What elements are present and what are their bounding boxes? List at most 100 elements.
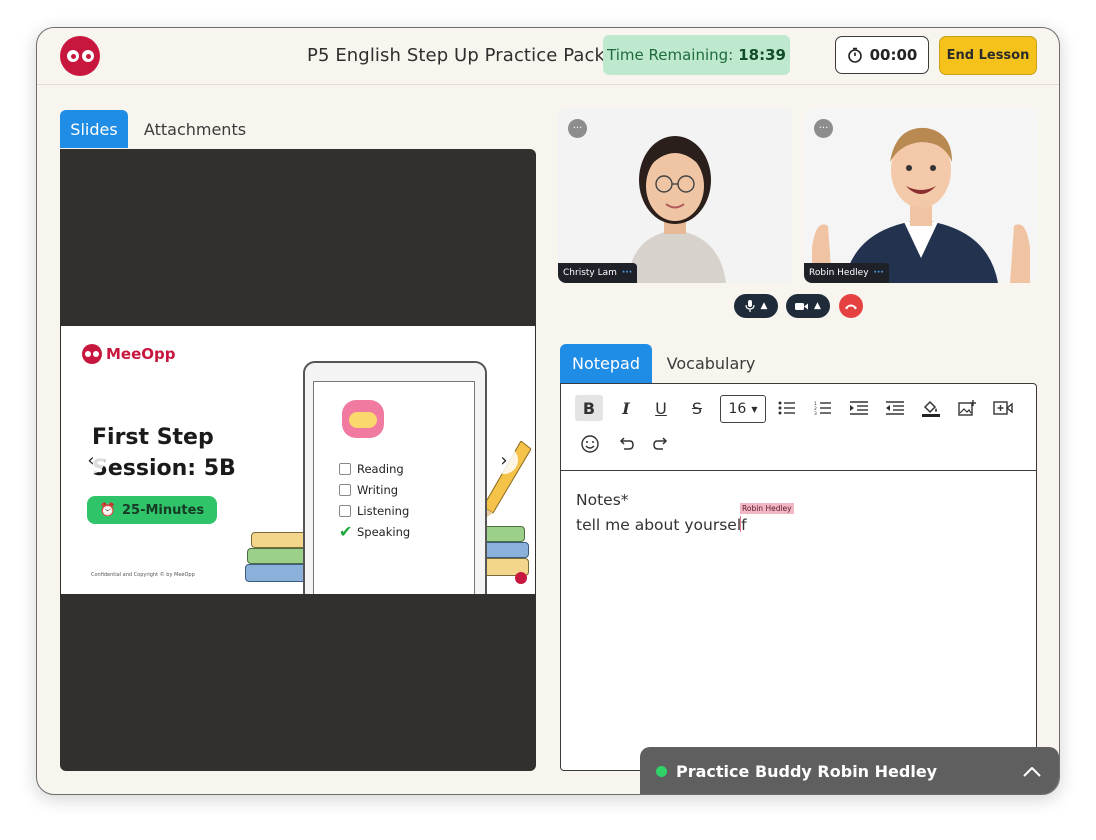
slide-copyright: Confidential and Copyright © by MeeOpp <box>91 572 195 578</box>
slide-viewer: MeeOpp First Step Session: 5B ⏰ 25-Minut… <box>60 149 536 771</box>
chevron-down-icon: ▼ <box>751 404 758 414</box>
books-illustration-5 <box>481 542 529 558</box>
tiny-logo-icon <box>515 572 527 584</box>
editor-content[interactable]: Notes* tell me about yourself <box>576 488 747 538</box>
underline-button[interactable]: U <box>647 395 675 421</box>
checklist-label: Speaking <box>357 524 411 539</box>
books-illustration <box>247 548 309 564</box>
page-title: P5 English Step Up Practice Pack <box>307 45 605 66</box>
video-tile-christy[interactable]: ··· Christy Lam ··· <box>558 108 792 283</box>
slide-brand-text: MeeOpp <box>106 345 176 363</box>
remote-cursor <box>740 516 741 532</box>
outdent-icon[interactable] <box>881 395 909 421</box>
tablet-screen: Reading Writing Listening ✔ Speaking <box>313 381 475 594</box>
end-lesson-button[interactable]: End Lesson <box>939 36 1037 75</box>
checklist-label: Writing <box>357 482 399 497</box>
meeopp-mini-icon <box>82 344 102 364</box>
svg-text:3: 3 <box>814 411 817 415</box>
caret-up-icon[interactable]: ▲ <box>814 301 821 311</box>
checklist-label: Reading <box>357 461 404 476</box>
tab-vocabulary[interactable]: Vocabulary <box>663 344 759 383</box>
microphone-icon <box>744 300 755 312</box>
editor-line: Notes* <box>576 491 629 509</box>
camera-icon <box>795 302 809 310</box>
participant-avatar-female <box>558 108 792 283</box>
signal-dots-icon: ··· <box>621 268 633 278</box>
remote-cursor-label: Robin Hedley <box>740 503 794 514</box>
more-options-icon[interactable]: ··· <box>814 119 833 138</box>
numbered-list-icon[interactable]: 123 <box>809 395 837 421</box>
skills-checklist: Reading Writing Listening ✔ Speaking <box>339 458 410 542</box>
lesson-window: P5 English Step Up Practice Pack Time Re… <box>36 27 1060 795</box>
meeopp-logo <box>60 36 100 76</box>
next-slide-button[interactable]: › <box>490 446 518 474</box>
chevron-up-icon[interactable] <box>1023 761 1041 782</box>
online-status-dot <box>656 765 667 777</box>
tablet-illustration: Reading Writing Listening ✔ Speaking <box>303 361 487 594</box>
checklist-item: Writing <box>339 479 410 500</box>
participant-name-tag: Robin Hedley ··· <box>804 263 889 283</box>
microphone-control[interactable]: ▲ <box>734 294 778 318</box>
participant-name-tag: Christy Lam ··· <box>558 263 638 283</box>
books-illustration-3 <box>245 564 309 582</box>
slide-title: First Step Session: 5B <box>92 422 236 484</box>
checklist-item: ✔ Speaking <box>339 521 410 542</box>
books-illustration-4 <box>481 526 525 542</box>
participant-avatar-male <box>804 108 1038 283</box>
undo-icon[interactable] <box>612 431 640 457</box>
editor-line: tell me about yourself <box>576 516 747 534</box>
caret-up-icon[interactable]: ▲ <box>761 301 768 311</box>
slide-brand-logo: MeeOpp <box>82 344 176 364</box>
participant-name: Robin Hedley <box>809 268 869 278</box>
insert-video-icon[interactable] <box>989 395 1017 421</box>
checkbox-icon <box>339 504 351 517</box>
prev-slide-button[interactable]: ‹ <box>77 446 105 474</box>
tab-attachments[interactable]: Attachments <box>139 110 251 148</box>
checkbox-icon <box>339 483 351 496</box>
time-remaining-badge: Time Remaining: 18:39 <box>603 35 790 75</box>
slide-content: MeeOpp First Step Session: 5B ⏰ 25-Minut… <box>61 326 535 594</box>
duration-pill: ⏰ 25-Minutes <box>87 496 217 524</box>
robot-icon <box>342 400 384 438</box>
font-size-value: 16 <box>728 401 747 417</box>
practice-buddy-label: Practice Buddy Robin Hedley <box>676 761 938 781</box>
alarm-clock-icon: ⏰ <box>99 502 116 518</box>
slide-title-line1: First Step <box>92 425 214 450</box>
phone-hangup-icon <box>845 304 857 310</box>
time-remaining-label: Time Remaining: <box>607 46 734 64</box>
header-bar: P5 English Step Up Practice Pack Time Re… <box>37 28 1059 85</box>
camera-control[interactable]: ▲ <box>786 294 830 318</box>
fill-color-icon[interactable] <box>917 395 945 421</box>
tab-notepad[interactable]: Notepad <box>560 344 652 383</box>
bullet-list-icon[interactable] <box>773 395 801 421</box>
checklist-item: Reading <box>339 458 410 479</box>
italic-button[interactable]: I <box>612 395 640 421</box>
hang-up-button[interactable] <box>839 294 863 318</box>
slide-title-line2: Session: 5B <box>92 456 236 481</box>
duration-text: 25-Minutes <box>122 502 205 518</box>
checklist-item: Listening <box>339 500 410 521</box>
time-remaining-value: 18:39 <box>738 46 786 64</box>
font-size-select[interactable]: 16 ▼ <box>720 395 766 423</box>
editor-toolbar: B I U S 16 ▼ 123 <box>561 384 1036 471</box>
strikethrough-button[interactable]: S <box>683 395 711 421</box>
stopwatch-icon <box>847 47 862 63</box>
notepad-editor: B I U S 16 ▼ 123 Notes* tell me about yo… <box>560 383 1037 771</box>
video-tile-robin[interactable]: ··· Robin Hedley ··· <box>804 108 1038 283</box>
more-options-icon[interactable]: ··· <box>568 119 587 138</box>
checklist-label: Listening <box>357 503 410 518</box>
checkbox-icon <box>339 462 351 475</box>
signal-dots-icon: ··· <box>873 268 884 278</box>
insert-image-icon[interactable] <box>953 395 981 421</box>
practice-buddy-bar[interactable]: Practice Buddy Robin Hedley <box>640 747 1059 794</box>
indent-icon[interactable] <box>845 395 873 421</box>
tab-slides[interactable]: Slides <box>60 110 128 148</box>
timer-value: 00:00 <box>869 46 918 64</box>
redo-icon[interactable] <box>647 431 675 457</box>
books-illustration-2 <box>251 532 308 548</box>
bold-button[interactable]: B <box>575 395 603 421</box>
participant-name: Christy Lam <box>563 268 617 278</box>
green-check-icon: ✔ <box>339 522 353 541</box>
emoji-icon[interactable] <box>576 431 604 457</box>
timer-button[interactable]: 00:00 <box>835 36 929 74</box>
